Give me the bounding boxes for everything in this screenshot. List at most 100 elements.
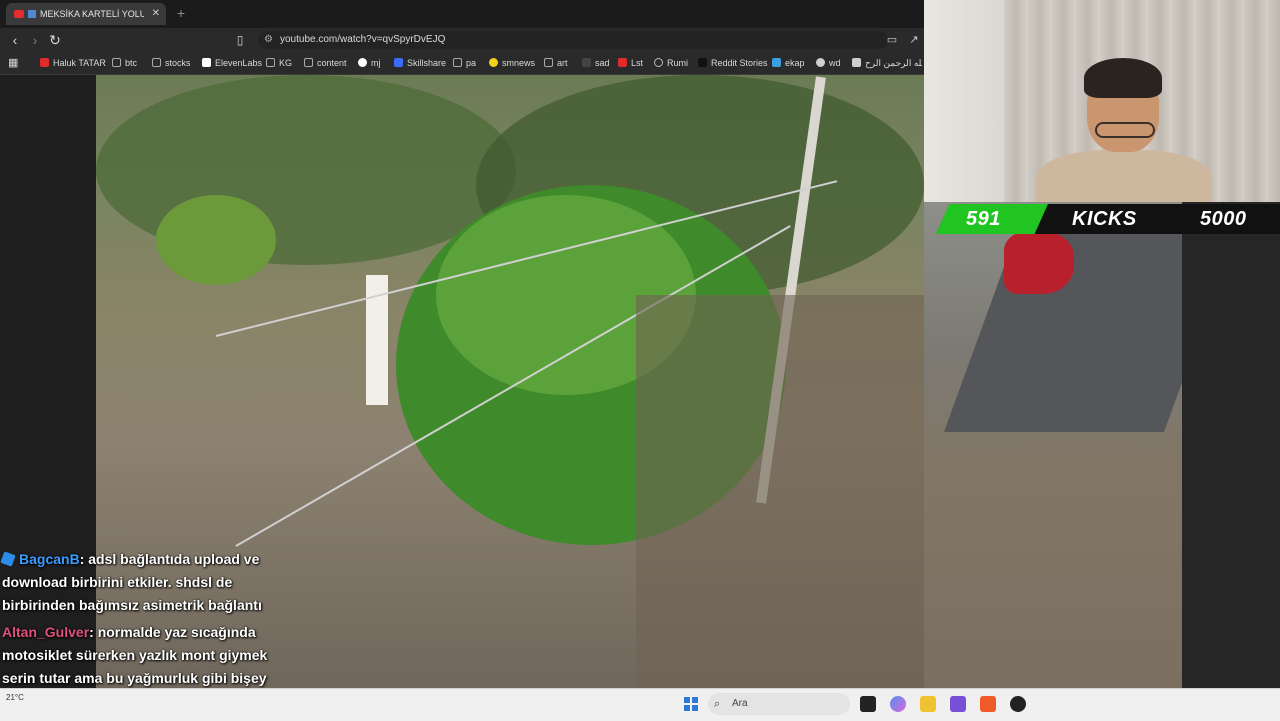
bookmark-item[interactable]: Skillshare [394, 52, 446, 74]
brave-browser-icon[interactable] [980, 696, 996, 712]
bookmark-item[interactable]: Haluk TATAR [40, 52, 106, 74]
tab-bar: MEKSİKA KARTELİ YOLUMUZU KESTİ ✕ + [0, 0, 924, 28]
bookmark-label: الله الرحمن الرح... [865, 58, 922, 68]
back-icon[interactable]: ‹ [6, 31, 24, 49]
tab-active[interactable]: MEKSİKA KARTELİ YOLUMUZU KESTİ ✕ [6, 3, 166, 25]
smnews-icon [489, 58, 498, 67]
bookmark-item[interactable]: Lst [618, 52, 643, 74]
address-bar-row: ‹ › ↻ ▯ ⚙ youtube.com/watch?v=qvSpyrDvEJ… [0, 28, 924, 52]
bookmark-label: ElevenLabs [215, 58, 263, 68]
bookmark-label: smnews [502, 58, 536, 68]
chat-username: BagcanB [19, 551, 80, 567]
bookmark-label: mj [371, 58, 381, 68]
url-text: youtube.com/watch?v=qvSpyrDvEJQ [280, 34, 446, 45]
bookmark-item[interactable]: Reddit Stories [698, 52, 768, 74]
folder-icon [304, 58, 313, 67]
bookmark-item[interactable]: ElevenLabs [202, 52, 262, 74]
bookmark-label: art [557, 58, 568, 68]
streamer-hair [1084, 58, 1162, 98]
tab-title: MEKSİKA KARTELİ YOLUMUZU KESTİ [40, 9, 144, 19]
site-info-icon[interactable]: ⚙ [264, 31, 273, 49]
bookmark-label: sad [595, 58, 610, 68]
search-icon: ⌕ [714, 698, 721, 710]
cast-icon[interactable]: ▭ [884, 31, 900, 49]
windows-start-icon[interactable] [684, 697, 698, 711]
chat-badge-icon [0, 551, 16, 567]
bookmark-label: Skillshare [407, 58, 447, 68]
kick-current-count: 591 [966, 208, 1001, 230]
globe-icon [816, 58, 825, 67]
bookmark-icon[interactable]: ▯ [232, 31, 248, 49]
tab-close-icon[interactable]: ✕ [152, 3, 160, 25]
url-field[interactable]: ⚙ youtube.com/watch?v=qvSpyrDvEJQ [258, 31, 888, 49]
bookmark-label: ekap [785, 58, 805, 68]
streamer-torso [1036, 150, 1212, 202]
apps-grid-icon[interactable]: ▦ [8, 52, 24, 74]
shrub [156, 195, 276, 285]
reddit-stories-icon [698, 58, 707, 67]
bookmark-item[interactable]: Rumi [654, 52, 688, 74]
tab-flag-icon [28, 10, 36, 18]
taskbar: 21°C ⌕ Ara [0, 688, 1280, 721]
bookmark-item[interactable]: ekap [772, 52, 805, 74]
github-icon [358, 58, 367, 67]
reload-icon[interactable]: ↻ [46, 31, 64, 49]
taskbar-search[interactable]: ⌕ Ara [708, 693, 850, 715]
folder-icon [544, 58, 553, 67]
bookmark-label: Lst [631, 58, 644, 68]
copilot-icon[interactable] [890, 696, 906, 712]
bookmark-item[interactable]: KG [266, 52, 292, 74]
bookmark-label: btc [125, 58, 138, 68]
folder-icon [112, 58, 121, 67]
bookmark-item[interactable]: wd [816, 52, 841, 74]
forward-icon[interactable]: › [26, 31, 44, 49]
weather-temp: 21°C [6, 693, 24, 702]
video-continuation [924, 202, 1182, 688]
globe-icon [654, 58, 663, 67]
obs-icon[interactable] [1010, 696, 1026, 712]
chat-message: BagcanB: adsl bağlantıda upload ve downl… [0, 548, 294, 617]
new-tab-button[interactable]: + [174, 3, 188, 25]
chat-username: Altan_Gulver [2, 624, 90, 640]
bookmark-label: wd [829, 58, 841, 68]
folder-icon [453, 58, 462, 67]
gravel-ground [636, 295, 924, 688]
bookmark-item[interactable]: smnews [489, 52, 535, 74]
bookmarks-bar: ▦ Haluk TATAR btc stocks ElevenLabs KG c… [0, 52, 924, 75]
bookmark-item[interactable]: art [544, 52, 568, 74]
bookmark-label: pa [466, 58, 477, 68]
bookmark-favicon-icon [852, 58, 861, 67]
bookmark-favicon-icon [40, 58, 49, 67]
bookmark-item[interactable]: pa [453, 52, 476, 74]
webcam-feed [924, 0, 1280, 202]
bookmark-item[interactable]: mj [358, 52, 381, 74]
bookmark-item[interactable]: sad [582, 52, 610, 74]
file-explorer-icon[interactable] [920, 696, 936, 712]
task-view-icon[interactable] [860, 696, 876, 712]
bookmark-label: content [317, 58, 347, 68]
bookmark-label: KG [279, 58, 293, 68]
bookmark-item[interactable]: stocks [152, 52, 191, 74]
bookmark-favicon-icon [202, 58, 211, 67]
scooter [1004, 232, 1074, 294]
bookmark-label: Rumi [667, 58, 689, 68]
youtube-icon [14, 10, 24, 18]
ekap-icon [772, 58, 781, 67]
folder-icon [266, 58, 275, 67]
bookmark-label: stocks [165, 58, 191, 68]
glasses-icon [1095, 122, 1155, 138]
lst-icon [618, 58, 627, 67]
bookmark-item[interactable]: btc [112, 52, 137, 74]
folder-icon [152, 58, 161, 67]
bookmark-item[interactable]: content [304, 52, 347, 74]
search-placeholder: Ara [732, 698, 748, 709]
skillshare-icon [394, 58, 403, 67]
kick-goal: 5000 [1200, 208, 1247, 230]
weather-widget[interactable]: 21°C [6, 693, 66, 717]
share-icon[interactable]: ↗ [906, 31, 922, 49]
bookmark-item[interactable]: الله الرحمن الرح... [852, 52, 922, 74]
bookmark-favicon-icon [582, 58, 591, 67]
bookmark-label: Haluk TATAR [53, 58, 106, 68]
snipping-tool-icon[interactable] [950, 696, 966, 712]
bookmark-label: Reddit Stories [711, 58, 768, 68]
